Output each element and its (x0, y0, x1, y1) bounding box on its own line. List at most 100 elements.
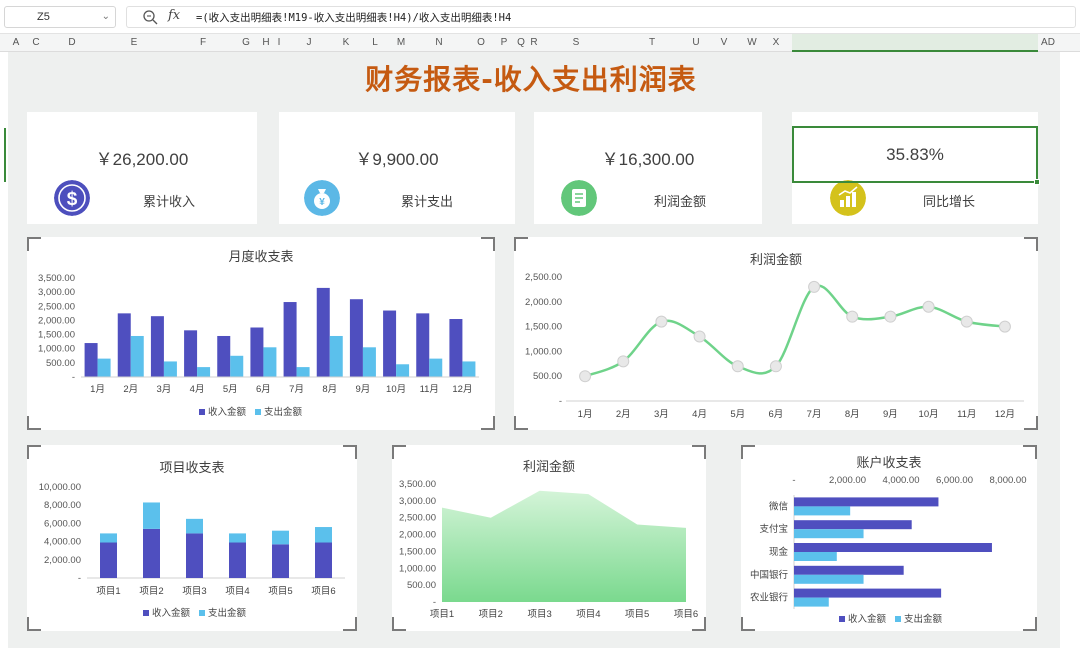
column-letter[interactable]: D (68, 37, 75, 48)
column-letter[interactable]: G (242, 37, 250, 48)
x-tick-label: 项目1 (430, 609, 454, 620)
bar (272, 530, 289, 545)
bar (186, 533, 203, 578)
x-tick-label: 项目6 (674, 609, 698, 620)
bar (217, 335, 231, 377)
column-letter[interactable]: O (477, 37, 485, 48)
fx-icon[interactable]: fx (168, 8, 180, 23)
x-tick-label: 12月 (995, 409, 1015, 420)
bar (429, 358, 443, 377)
column-letter[interactable]: P (501, 37, 508, 48)
column-letter[interactable]: W (747, 37, 756, 48)
bar (186, 518, 203, 534)
bar (329, 335, 343, 377)
chart-monthly-panel[interactable]: 月度收支表 -500.00 1,000.00 1,500.00 2,000.00 2,5… (27, 237, 495, 430)
bar (794, 520, 912, 530)
bar (150, 316, 164, 377)
column-letter[interactable]: R (530, 37, 537, 48)
column-letter[interactable]: N (435, 37, 442, 48)
chart-profit-line-panel[interactable]: 利润金额 -500.00 1,000.00 1,500.00 2,000.00 2,50… (514, 237, 1038, 430)
x-tick-label: 11月 (957, 409, 976, 420)
svg-text:¥: ¥ (319, 197, 325, 208)
column-letter[interactable]: S (573, 37, 580, 48)
bar (130, 335, 144, 377)
chevron-down-icon[interactable]: ⌄ (102, 7, 110, 27)
data-point (808, 280, 821, 293)
y-tick-label: 1,500.00 (399, 546, 436, 557)
x-tick-label: 7月 (289, 384, 304, 395)
kpi-value: ￥16,300.00 (601, 150, 695, 169)
y-tick-label: - (72, 372, 75, 383)
bar (229, 533, 246, 543)
column-letter[interactable]: V (721, 37, 728, 48)
y-tick-label: 10,000.00 (39, 482, 81, 493)
kpi-value: ￥9,900.00 (355, 150, 439, 169)
y-tick-label: 1,000.00 (399, 563, 436, 574)
column-letter[interactable]: U (692, 37, 699, 48)
bar (197, 367, 211, 377)
x-tick-label: 6月 (256, 384, 271, 395)
formula-text[interactable]: =(收入支出明细表!M19-收入支出明细表!H4)/收入支出明细表!H4 (196, 10, 511, 25)
x-tick-label: 项目3 (182, 586, 206, 597)
kpi-card-profit[interactable]: ￥16,300.00 利润金额 (534, 112, 762, 224)
bar (296, 367, 310, 377)
data-point (579, 370, 592, 383)
column-letter[interactable]: E (131, 37, 138, 48)
column-letter[interactable]: H (262, 37, 269, 48)
data-point (655, 315, 668, 328)
x-tick-label: 11月 (420, 384, 439, 395)
name-box[interactable]: Z5 ⌄ (4, 6, 116, 28)
column-letter[interactable]: AD (1041, 37, 1055, 48)
area-series (442, 490, 686, 602)
chart-account-panel[interactable]: 账户收支表 -2,000.00 4,000.00 6,000.00 8,000.00 微… (741, 445, 1037, 631)
y-tick-label: 500.00 (46, 358, 75, 369)
x-tick-label: 项目3 (527, 609, 551, 620)
column-letter[interactable]: L (372, 37, 378, 48)
column-letter[interactable]: A (13, 37, 20, 48)
data-point (617, 355, 630, 368)
bar (462, 361, 476, 377)
selected-cell-z5[interactable] (792, 126, 1038, 183)
data-point (998, 320, 1011, 333)
x-tick-label: 9月 (883, 409, 898, 420)
legend-swatch (143, 610, 149, 616)
y-tick-label: 6,000.00 (44, 518, 81, 529)
chart-project-panel[interactable]: 项目收支表 -2,000.00 4,000.00 6,000.00 8,000.00 1… (27, 445, 357, 631)
x-tick-label: 6月 (769, 409, 784, 420)
formula-bar: Z5 ⌄ fx =(收入支出明细表!M19-收入支出明细表!H4)/收入支出明细… (0, 0, 1080, 34)
y-tick-label: 微信 (769, 500, 788, 512)
x-tick-label: 项目4 (225, 586, 249, 597)
bar (272, 544, 289, 578)
y-tick-label: - (78, 573, 81, 584)
x-tick-label: 2,000.00 (829, 475, 866, 486)
column-letter[interactable]: Q (517, 37, 525, 48)
bar (794, 543, 992, 552)
bar (794, 588, 942, 598)
fill-handle[interactable] (1034, 179, 1040, 185)
column-letter[interactable]: K (343, 37, 350, 48)
svg-text:$: $ (67, 189, 78, 210)
chart-profit-area-panel[interactable]: 利润金额 -500.00 1,000.00 1,500.00 2,000.00 2,50… (392, 445, 706, 631)
kpi-label: 累计收入 (143, 194, 196, 209)
x-tick-label: 4,000.00 (883, 475, 920, 486)
zoom-icon[interactable] (142, 9, 158, 25)
x-tick-label: 2月 (123, 384, 138, 395)
column-letter[interactable]: F (200, 37, 206, 48)
kpi-label: 累计支出 (401, 194, 454, 209)
column-letter[interactable]: J (307, 37, 312, 48)
x-tick-label: 5月 (730, 409, 745, 420)
x-tick-label: 项目4 (576, 609, 600, 620)
bar (396, 364, 410, 377)
x-tick-label: 项目2 (479, 609, 503, 620)
column-letter[interactable]: I (278, 37, 281, 48)
column-letter[interactable]: X (773, 37, 780, 48)
column-letter[interactable]: C (32, 37, 39, 48)
kpi-card-income[interactable]: ￥26,200.00 $ 累计收入 (27, 112, 257, 224)
kpi-card-expense[interactable]: ￥9,900.00 ¥ 累计支出 (279, 112, 515, 224)
bar (349, 299, 363, 377)
column-letter[interactable]: M (397, 37, 405, 48)
bar (316, 287, 330, 377)
data-point (693, 330, 706, 343)
column-letter[interactable]: T (649, 37, 655, 48)
data-point (884, 310, 897, 323)
